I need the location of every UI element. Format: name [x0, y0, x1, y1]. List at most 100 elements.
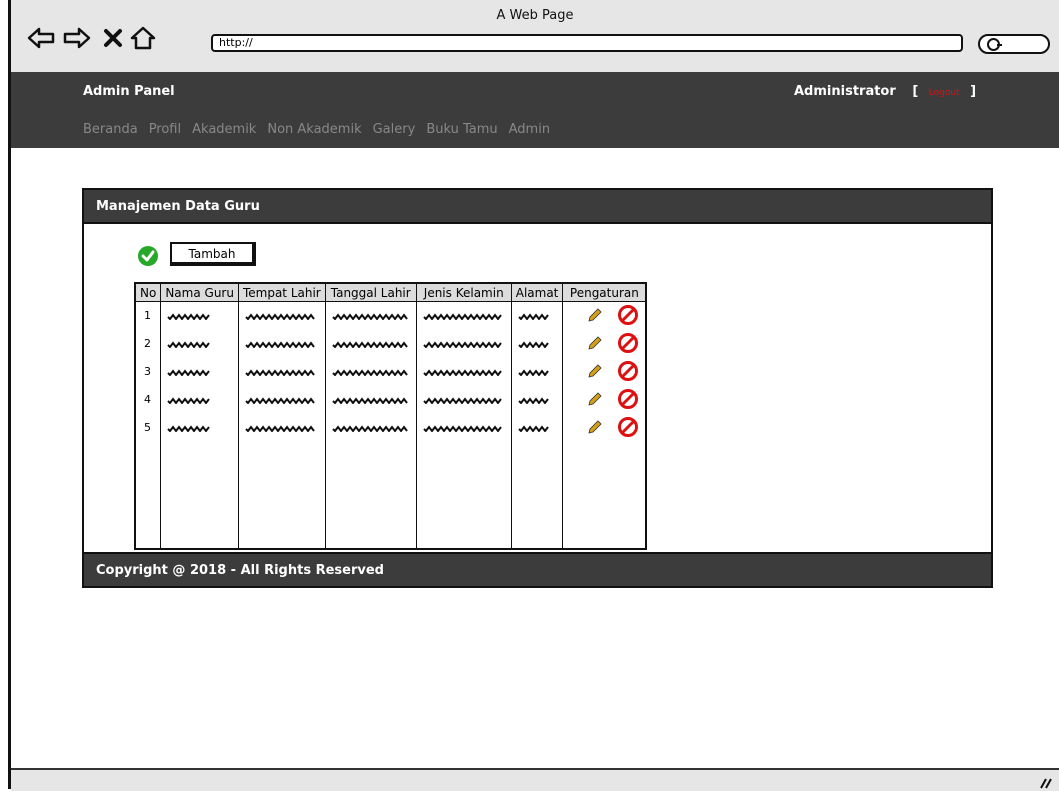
add-button[interactable]: Tambah	[170, 242, 256, 266]
row-actions	[569, 358, 639, 386]
menu-item-akademik[interactable]: Akademik	[192, 122, 256, 137]
cell-placeholder	[167, 414, 232, 442]
menu-item-non-akademik[interactable]: Non Akademik	[267, 122, 361, 137]
row-actions	[569, 414, 639, 442]
cell-placeholder	[167, 302, 232, 330]
menu-item-profil[interactable]: Profil	[149, 122, 181, 137]
placeholder-scribble	[167, 424, 211, 432]
resize-grip-icon[interactable]	[1039, 774, 1053, 793]
cell-placeholder	[423, 302, 505, 330]
placeholder-scribble	[332, 396, 408, 404]
row-number: 1	[144, 309, 151, 322]
table-header-row: No Nama Guru Tempat Lahir Tanggal Lahir …	[134, 282, 647, 302]
check-circle-icon[interactable]	[138, 246, 158, 266]
col-pengaturan: Pengaturan	[562, 282, 647, 302]
user-info: Administrator [ Logout ]	[794, 84, 976, 99]
close-icon[interactable]	[99, 24, 127, 52]
menu-item-admin[interactable]: Admin	[509, 122, 550, 137]
cell-placeholder	[518, 358, 557, 386]
tempat-cells	[237, 301, 326, 549]
placeholder-scribble	[518, 396, 549, 404]
placeholder-scribble	[332, 340, 408, 348]
col-tempat-lahir: Tempat Lahir	[237, 282, 326, 302]
bracket-close: ]	[970, 84, 977, 99]
row-actions	[569, 330, 639, 358]
guru-table: No Nama Guru Tempat Lahir Tanggal Lahir …	[134, 282, 648, 550]
panel-body: Tambah No Nama Guru Tempat Lahir Tanggal…	[82, 224, 993, 552]
pengaturan-cells	[562, 301, 647, 549]
row-number: 3	[144, 365, 151, 378]
row-actions	[569, 386, 639, 414]
cell-placeholder	[245, 386, 319, 414]
alamat-cells	[510, 301, 564, 549]
pencil-icon[interactable]	[587, 307, 603, 326]
row-number: 4	[144, 393, 151, 406]
url-field[interactable]: http://	[211, 34, 963, 52]
cell-placeholder	[518, 302, 557, 330]
cell-placeholder	[332, 358, 410, 386]
data-guru-panel: Manajemen Data Guru Tambah No Nama Guru …	[82, 188, 993, 588]
tanggal-cells	[324, 301, 417, 549]
row-number: 5	[144, 421, 151, 434]
placeholder-scribble	[245, 396, 315, 404]
panel-header: Manajemen Data Guru	[82, 188, 993, 224]
window-title: A Web Page	[496, 8, 574, 23]
pencil-icon[interactable]	[587, 419, 603, 438]
no-entry-icon[interactable]	[617, 360, 639, 385]
col-no: No	[134, 282, 162, 302]
cell-placeholder	[245, 330, 319, 358]
cell-placeholder	[518, 414, 557, 442]
placeholder-scribble	[423, 368, 502, 376]
pencil-icon[interactable]	[587, 363, 603, 382]
placeholder-scribble	[332, 424, 408, 432]
placeholder-scribble	[167, 368, 211, 376]
logout-link[interactable]: Logout	[929, 88, 960, 98]
cell-placeholder	[332, 302, 410, 330]
placeholder-scribble	[332, 368, 408, 376]
cell-placeholder	[332, 414, 410, 442]
placeholder-scribble	[245, 424, 315, 432]
cell-placeholder	[423, 414, 505, 442]
browser-window: A Web Page http:// Admin Panel Administr…	[8, 0, 1059, 791]
col-jenis-kelamin: Jenis Kelamin	[415, 282, 512, 302]
placeholder-scribble	[245, 312, 315, 320]
cell-placeholder	[518, 386, 557, 414]
placeholder-scribble	[167, 340, 211, 348]
placeholder-scribble	[518, 424, 549, 432]
cell-placeholder	[332, 330, 410, 358]
copyright-text: Copyright @ 2018 - All Rights Reserved	[96, 563, 384, 578]
menu-item-galery[interactable]: Galery	[373, 122, 416, 137]
placeholder-scribble	[167, 396, 211, 404]
no-entry-icon[interactable]	[617, 416, 639, 441]
menu-item-buku-tamu[interactable]: Buku Tamu	[426, 122, 497, 137]
cell-placeholder	[167, 330, 232, 358]
pencil-icon[interactable]	[587, 391, 603, 410]
cell-placeholder	[518, 330, 557, 358]
forward-arrow-icon[interactable]	[63, 24, 91, 52]
no-entry-icon[interactable]	[617, 304, 639, 329]
row-number: 2	[144, 337, 151, 350]
jenis-cells	[415, 301, 512, 549]
cell-placeholder	[245, 358, 319, 386]
col-alamat: Alamat	[510, 282, 564, 302]
placeholder-scribble	[423, 312, 502, 320]
placeholder-scribble	[423, 424, 502, 432]
col-nama-guru: Nama Guru	[160, 282, 239, 302]
pencil-icon[interactable]	[587, 335, 603, 354]
back-arrow-icon[interactable]	[27, 24, 55, 52]
no-entry-icon[interactable]	[617, 388, 639, 413]
no-entry-icon[interactable]	[617, 332, 639, 357]
main-menu: Beranda Profil Akademik Non Akademik Gal…	[83, 122, 550, 137]
search-icon	[987, 38, 1002, 51]
nama-cells	[160, 301, 239, 549]
home-icon[interactable]	[129, 24, 157, 52]
menu-item-beranda[interactable]: Beranda	[83, 122, 138, 137]
cell-placeholder	[423, 358, 505, 386]
placeholder-scribble	[332, 312, 408, 320]
placeholder-scribble	[423, 340, 502, 348]
placeholder-scribble	[518, 368, 549, 376]
placeholder-scribble	[518, 340, 549, 348]
search-field[interactable]	[978, 34, 1050, 54]
placeholder-scribble	[245, 340, 315, 348]
status-bar	[11, 768, 1059, 791]
